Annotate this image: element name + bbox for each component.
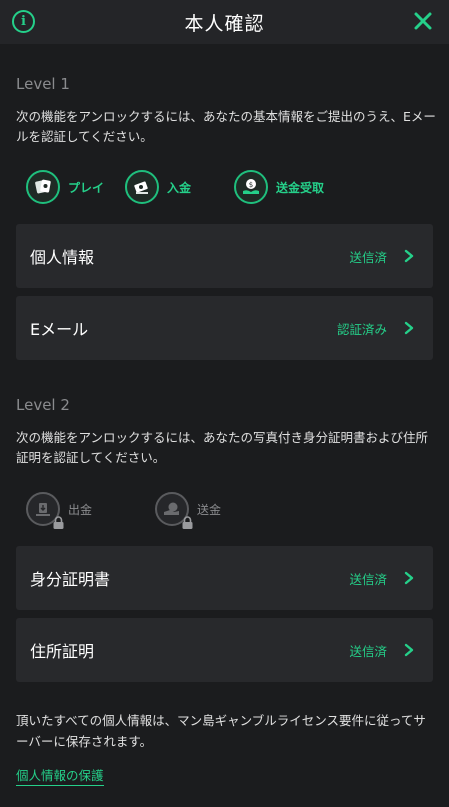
privacy-notice: 頂いたすべての個人情報は、マン島ギャンブルライセンス要件に従ってサーバーに保存さ… [16, 713, 426, 749]
row-identity-document-label: 身分証明書 [30, 570, 111, 589]
lock-icon [182, 516, 193, 529]
feature-withdraw-label: 出金 [68, 502, 93, 517]
lock-icon [53, 516, 64, 529]
chevron-right-icon [404, 249, 414, 263]
level1-description: 次の機能をアンロックするには、あなたの基本情報をご提出のうえ、Eメールを認証して… [16, 109, 436, 144]
row-email-label: Eメール [30, 320, 89, 339]
send-money-icon [155, 492, 193, 529]
feature-send: 送金 [155, 492, 222, 529]
feature-withdraw: 出金 [26, 492, 93, 529]
row-email-status: 認証済み [336, 321, 387, 337]
row-identity-document[interactable]: 身分証明書 送信済 [16, 546, 433, 610]
info-icon[interactable]: i [12, 10, 35, 33]
withdraw-icon [26, 492, 64, 529]
chevron-right-icon [404, 643, 414, 657]
row-personal-info[interactable]: 個人情報 送信済 [16, 224, 433, 288]
header-bar: i 本人確認 [0, 0, 449, 44]
row-address-proof-status: 送信済 [349, 643, 387, 659]
privacy-protection-link[interactable]: 個人情報の保護 [16, 765, 104, 786]
feature-play: プレイ [26, 170, 104, 204]
close-icon[interactable] [411, 9, 435, 33]
feature-receive-label: 送金受取 [276, 180, 325, 195]
row-address-proof[interactable]: 住所証明 送信済 [16, 618, 433, 682]
feature-send-label: 送金 [197, 502, 222, 517]
chevron-right-icon [404, 571, 414, 585]
feature-play-label: プレイ [68, 180, 105, 195]
row-address-proof-label: 住所証明 [30, 642, 95, 661]
row-personal-info-status: 送信済 [349, 249, 387, 265]
feature-deposit-label: 入金 [167, 180, 192, 195]
row-identity-document-status: 送信済 [349, 571, 387, 587]
deposit-icon [125, 170, 159, 204]
svg-text:$: $ [249, 181, 253, 189]
page-title: 本人確認 [184, 12, 265, 35]
chevron-right-icon [404, 321, 414, 335]
row-email[interactable]: Eメール 認証済み [16, 296, 433, 360]
row-personal-info-label: 個人情報 [30, 248, 95, 267]
level2-description: 次の機能をアンロックするには、あなたの写真付き身分証明書および住所証明を認証して… [16, 430, 429, 465]
level2-title: Level 2 [16, 396, 70, 414]
feature-receive: $ 送金受取 [234, 170, 324, 204]
level1-title: Level 1 [16, 75, 70, 93]
receive-money-icon: $ [234, 170, 268, 204]
cards-icon [26, 170, 60, 204]
feature-deposit: 入金 [125, 170, 191, 204]
